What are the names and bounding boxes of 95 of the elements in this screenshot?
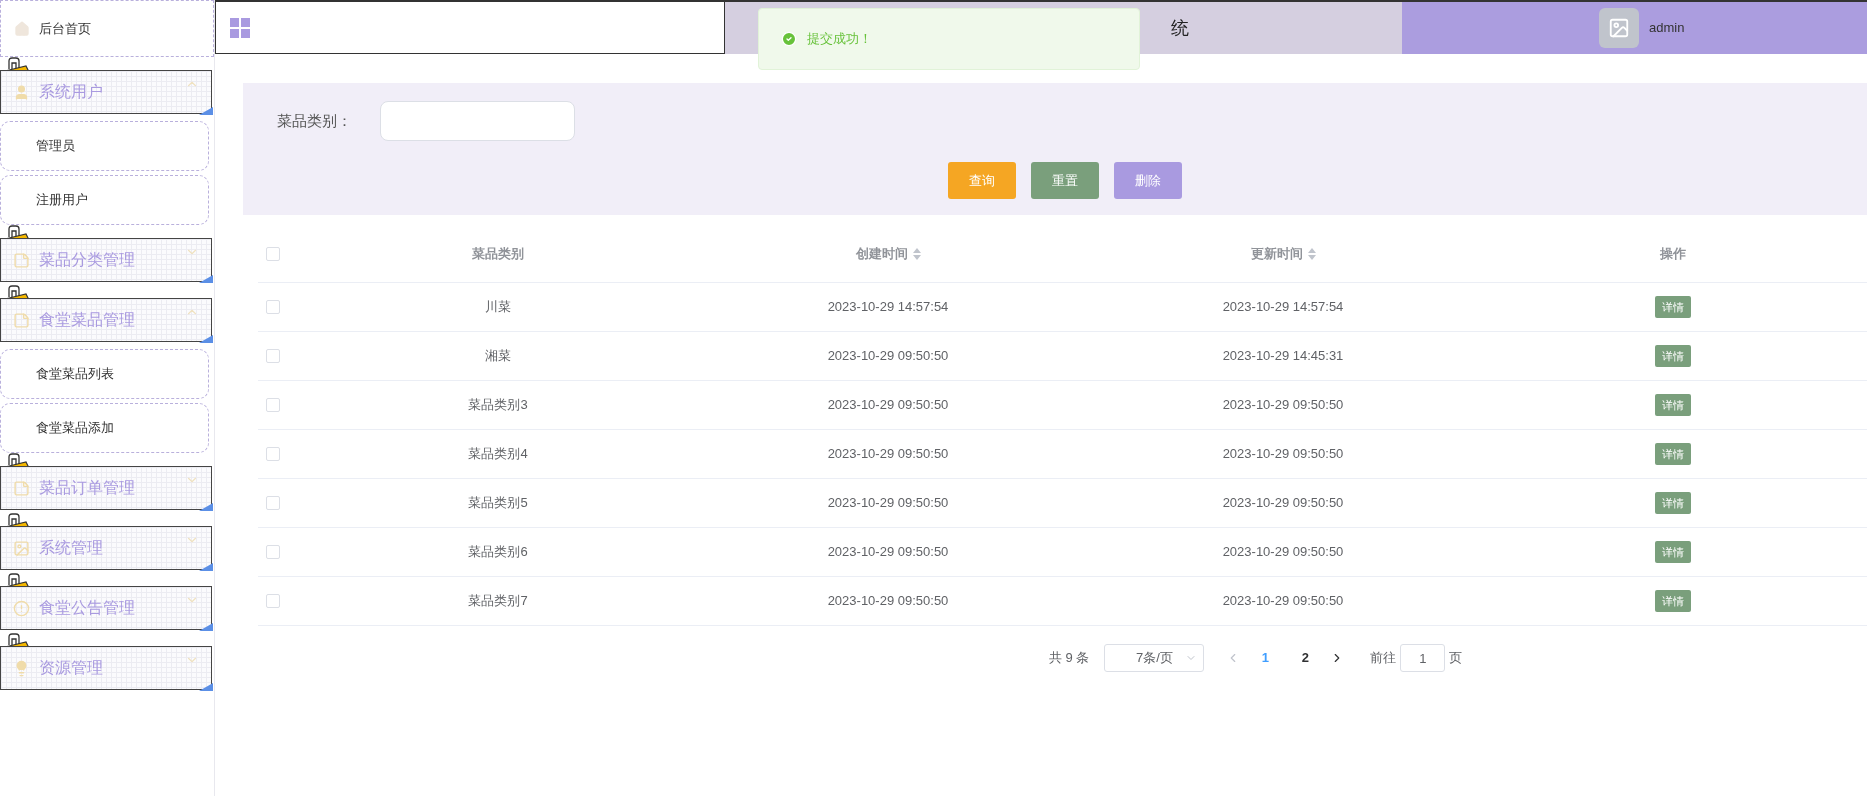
menu-group-header[interactable]: 菜品分类管理 <box>0 238 212 282</box>
menu-group-header[interactable]: 系统用户 <box>0 70 212 114</box>
checkbox[interactable] <box>266 300 280 314</box>
detail-button[interactable]: 详情 <box>1654 541 1691 563</box>
folded-corner-icon <box>199 503 213 511</box>
menu-group-label: 食堂公告管理 <box>39 598 135 618</box>
menu-group-label: 系统用户 <box>39 82 103 102</box>
username: admin <box>1649 19 1685 38</box>
image-icon <box>1608 17 1630 39</box>
table-cell-text: 2023-10-29 09:50:50 <box>827 494 949 513</box>
table-cell-text: 菜品类别3 <box>468 396 528 415</box>
folded-corner-icon <box>199 563 213 571</box>
table-cell-text: 湘菜 <box>485 347 511 366</box>
detail-button[interactable]: 详情 <box>1654 492 1691 514</box>
detail-button[interactable]: 详情 <box>1654 443 1691 465</box>
table-cell-text: 2023-10-29 09:50:50 <box>827 445 949 464</box>
grid-menu-icon[interactable] <box>230 17 250 38</box>
folded-corner-icon <box>199 623 213 631</box>
folded-corner-icon <box>199 683 213 691</box>
detail-button[interactable]: 详情 <box>1654 394 1691 416</box>
menu-group-label: 系统管理 <box>39 538 103 558</box>
menu-group-header[interactable]: 食堂菜品管理 <box>0 298 212 342</box>
success-icon <box>781 31 797 47</box>
folded-corner-icon <box>199 107 213 115</box>
page-number[interactable]: 1 <box>1250 648 1281 668</box>
submenu-item[interactable]: 管理员 <box>0 121 209 171</box>
user-icon <box>13 83 30 101</box>
page-input[interactable]: 1 <box>1400 644 1446 672</box>
folded-corner-icon <box>199 275 213 283</box>
menu-item[interactable]: 后台首页 <box>0 0 214 57</box>
page-number[interactable]: 2 <box>1290 648 1321 668</box>
menu-group-header[interactable]: 资源管理 <box>0 646 212 690</box>
table-cell-text: 2023-10-29 09:50:50 <box>827 396 949 415</box>
table-cell-text: 2023-10-29 14:45:31 <box>1222 347 1344 366</box>
total-count: 共 9 条 <box>1049 649 1090 668</box>
menu-label: 后台首页 <box>39 19 91 38</box>
checkbox[interactable] <box>266 349 280 363</box>
category-input[interactable] <box>380 101 575 141</box>
table-cell-text: 川菜 <box>485 298 511 317</box>
note-icon <box>13 251 30 269</box>
detail-button[interactable]: 详情 <box>1654 296 1691 318</box>
table-cell-text: 2023-10-29 14:57:54 <box>1222 298 1344 317</box>
column-header: 菜品类别 <box>472 244 524 263</box>
table-cell-text: 2023-10-29 09:50:50 <box>827 592 949 611</box>
table-cell-text: 2023-10-29 09:50:50 <box>1222 396 1344 415</box>
sort-icon[interactable] <box>1307 247 1316 260</box>
detail-button[interactable]: 详情 <box>1654 345 1691 367</box>
checkbox[interactable] <box>266 246 280 261</box>
goto-label: 前往 <box>1370 649 1397 668</box>
table-cell-text: 2023-10-29 14:57:54 <box>827 298 949 317</box>
toast-message: 提交成功！ <box>807 30 872 49</box>
menu-group-label: 菜品订单管理 <box>39 478 135 498</box>
checkbox[interactable] <box>266 447 280 461</box>
alert-icon <box>13 599 30 617</box>
column-header: 操作 <box>1659 244 1686 263</box>
folded-corner-icon <box>199 335 213 343</box>
avatar[interactable] <box>1599 8 1639 48</box>
table-cell-text: 菜品类别7 <box>468 592 528 611</box>
system-title: 统 <box>1171 16 1189 40</box>
action-button[interactable]: 查询 <box>948 162 1016 199</box>
table-cell-text: 2023-10-29 09:50:50 <box>827 543 949 562</box>
menu-group-header[interactable]: 菜品订单管理 <box>0 466 212 510</box>
detail-button[interactable]: 详情 <box>1654 590 1691 612</box>
checkbox[interactable] <box>266 594 280 608</box>
goto-suffix: 页 <box>1449 649 1463 668</box>
checkbox[interactable] <box>266 398 280 412</box>
column-header: 更新时间 <box>1250 244 1303 263</box>
table-cell-text: 菜品类别6 <box>468 543 528 562</box>
field-label: 菜品类别： <box>277 110 353 131</box>
submenu-item[interactable]: 食堂菜品列表 <box>0 349 209 399</box>
table-cell-text: 菜品类别5 <box>468 494 528 513</box>
action-button[interactable]: 重置 <box>1031 162 1099 199</box>
table-cell-text: 2023-10-29 09:50:50 <box>1222 445 1344 464</box>
table-cell-text: 2023-10-29 09:50:50 <box>1222 543 1344 562</box>
submenu-item[interactable]: 注册用户 <box>0 175 209 225</box>
note-icon <box>13 311 30 329</box>
menu-group-header[interactable]: 食堂公告管理 <box>0 586 212 630</box>
checkbox[interactable] <box>266 496 280 510</box>
page-size-select[interactable]: 7条/页 <box>1104 644 1205 672</box>
table-cell-text: 菜品类别4 <box>468 445 528 464</box>
checkbox[interactable] <box>266 545 280 559</box>
menu-group-label: 菜品分类管理 <box>39 250 135 270</box>
sort-icon[interactable] <box>912 247 921 260</box>
action-button[interactable]: 删除 <box>1114 162 1182 199</box>
table-cell-text: 2023-10-29 09:50:50 <box>827 347 949 366</box>
home-icon <box>14 20 30 37</box>
column-header: 创建时间 <box>855 244 908 263</box>
menu-group-header[interactable]: 系统管理 <box>0 526 212 570</box>
submenu-item[interactable]: 食堂菜品添加 <box>0 403 209 453</box>
menu-group-label: 食堂菜品管理 <box>39 310 135 330</box>
note-icon <box>13 479 30 497</box>
menu-group-label: 资源管理 <box>39 658 103 678</box>
table-cell-text: 2023-10-29 09:50:50 <box>1222 592 1344 611</box>
table-cell-text: 2023-10-29 09:50:50 <box>1222 494 1344 513</box>
image-icon <box>13 539 30 557</box>
